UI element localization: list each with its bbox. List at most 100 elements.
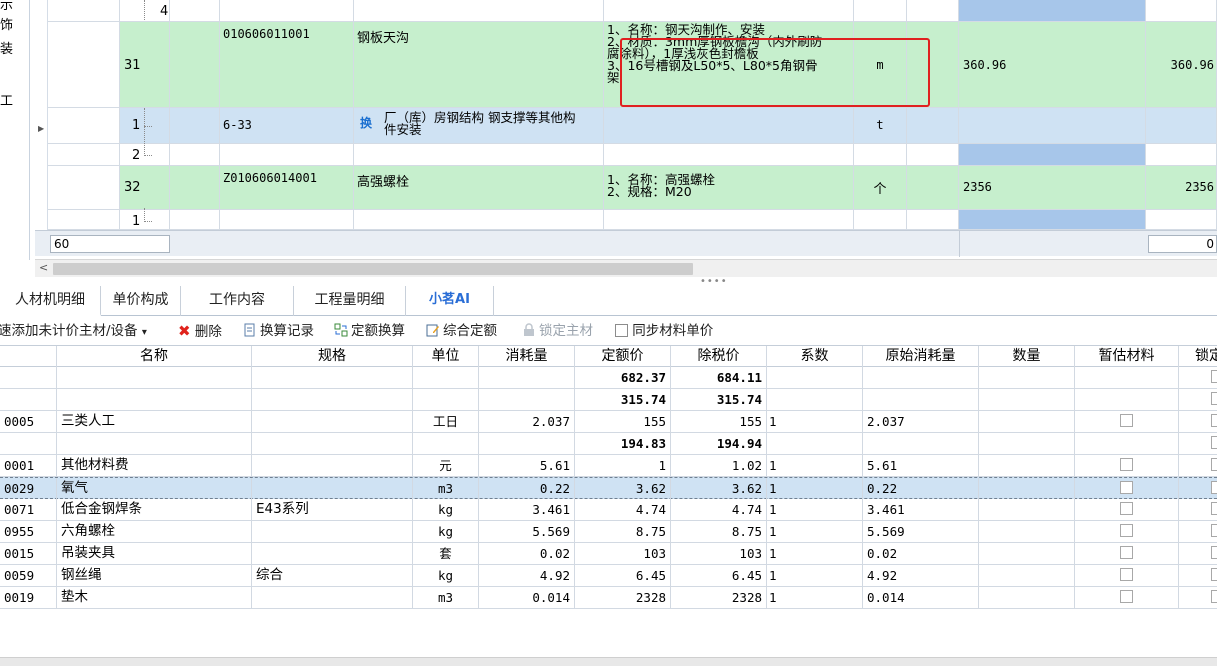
cell-unit[interactable] bbox=[413, 389, 479, 410]
cell-amount[interactable] bbox=[979, 367, 1075, 388]
cell-name[interactable]: 三类人工 bbox=[57, 411, 252, 432]
cell-unit[interactable]: kg bbox=[413, 521, 479, 542]
cell-spec[interactable] bbox=[252, 478, 413, 499]
cell-coef[interactable]: 1 bbox=[767, 499, 863, 520]
cell-spec[interactable] bbox=[252, 389, 413, 410]
cell-name[interactable] bbox=[57, 389, 252, 410]
scroll-left-icon[interactable]: < bbox=[39, 261, 48, 274]
cell-unit[interactable]: m3 bbox=[413, 478, 479, 499]
table-row[interactable]: 1 bbox=[48, 210, 1217, 230]
col-consume-header[interactable]: 消耗量 bbox=[479, 346, 575, 368]
cell-name[interactable]: 其他材料费 bbox=[57, 455, 252, 476]
cell-consume[interactable]: 5.569 bbox=[479, 521, 575, 542]
cell-code[interactable]: 0059 bbox=[0, 565, 57, 586]
sync-price-toggle[interactable]: 同步材料单价 bbox=[615, 322, 713, 340]
col-coef-header[interactable]: 系数 bbox=[767, 346, 863, 368]
cell-amount[interactable] bbox=[979, 389, 1075, 410]
lock-checkbox[interactable] bbox=[1211, 414, 1217, 427]
cell-name[interactable] bbox=[57, 433, 252, 454]
cell-coef[interactable]: 1 bbox=[767, 543, 863, 564]
filter-input-left[interactable]: 60 bbox=[50, 235, 170, 253]
cell-consume[interactable] bbox=[479, 367, 575, 388]
convert-badge[interactable]: 换 bbox=[360, 117, 372, 129]
provisional-checkbox[interactable] bbox=[1120, 590, 1133, 603]
cell-spec[interactable] bbox=[252, 367, 413, 388]
provisional-checkbox[interactable] bbox=[1120, 502, 1133, 515]
cell-unit[interactable]: kg bbox=[413, 565, 479, 586]
cell-unit[interactable] bbox=[413, 367, 479, 388]
cell-consume[interactable]: 0.22 bbox=[479, 478, 575, 499]
cell-quota[interactable]: 2328 bbox=[575, 587, 671, 608]
table-row[interactable]: − 32 Z010606014001 高强螺栓 1、名称：高强螺栓 2、规格：M… bbox=[48, 166, 1217, 210]
cell-spec[interactable] bbox=[252, 521, 413, 542]
cell-notax[interactable]: 8.75 bbox=[671, 521, 767, 542]
row-selector-column[interactable]: ▶ bbox=[35, 0, 48, 230]
cell-consume[interactable] bbox=[479, 433, 575, 454]
cell-orig[interactable]: 5.61 bbox=[863, 455, 979, 476]
cell-coef[interactable]: 1 bbox=[767, 587, 863, 608]
cell-amount[interactable] bbox=[979, 587, 1075, 608]
cell-spec[interactable] bbox=[252, 587, 413, 608]
lock-material-button[interactable]: 锁定主材 bbox=[522, 322, 593, 340]
cell-notax[interactable]: 103 bbox=[671, 543, 767, 564]
cell-orig[interactable]: 3.461 bbox=[863, 499, 979, 520]
cell-orig[interactable] bbox=[863, 389, 979, 410]
lock-checkbox[interactable] bbox=[1211, 590, 1217, 603]
cell-consume[interactable]: 2.037 bbox=[479, 411, 575, 432]
cell-spec[interactable] bbox=[252, 433, 413, 454]
cell-orig[interactable]: 4.92 bbox=[863, 565, 979, 586]
col-unit-header[interactable]: 单位 bbox=[413, 346, 479, 368]
cell-consume[interactable]: 0.014 bbox=[479, 587, 575, 608]
cell-spec[interactable] bbox=[252, 455, 413, 476]
cell-quota[interactable]: 194.83 bbox=[575, 433, 671, 454]
table-row[interactable]: 2 bbox=[48, 144, 1217, 166]
table-row[interactable]: 194.83 194.94 bbox=[0, 433, 1217, 455]
cell-spec[interactable]: 综合 bbox=[252, 565, 413, 586]
table-row[interactable]: 0071 低合金钢焊条 E43系列 kg 3.461 4.74 4.74 1 3.461 bbox=[0, 499, 1217, 521]
provisional-checkbox[interactable] bbox=[1120, 524, 1133, 537]
table-row[interactable]: 0005 三类人工 工日 2.037 155 155 1 2.037 bbox=[0, 411, 1217, 433]
cell-name[interactable]: 低合金钢焊条 bbox=[57, 499, 252, 520]
cell-coef[interactable]: 1 bbox=[767, 478, 863, 499]
cell-unit[interactable]: 元 bbox=[413, 455, 479, 476]
cell-notax[interactable]: 684.11 bbox=[671, 367, 767, 388]
cell-code[interactable] bbox=[0, 367, 57, 388]
table-row[interactable]: 0015 吊装夹具套 0.02 103 103 1 0.02 bbox=[0, 543, 1217, 565]
scrollbar-thumb[interactable] bbox=[53, 263, 693, 275]
cell-orig[interactable]: 2.037 bbox=[863, 411, 979, 432]
cell-code[interactable]: 0029 bbox=[0, 478, 57, 499]
cell-spec[interactable] bbox=[252, 543, 413, 564]
lock-checkbox[interactable] bbox=[1211, 502, 1217, 515]
cell-unit[interactable]: kg bbox=[413, 499, 479, 520]
cell-coef[interactable]: 1 bbox=[767, 455, 863, 476]
table-row[interactable]: 0029 氧气 m3 0.22 3.62 3.62 1 0.22 bbox=[0, 477, 1217, 499]
cell-name[interactable]: 垫木 bbox=[57, 587, 252, 608]
cell-notax[interactable]: 1.02 bbox=[671, 455, 767, 476]
cell-quota[interactable]: 103 bbox=[575, 543, 671, 564]
horizontal-scrollbar[interactable]: < bbox=[35, 259, 1217, 277]
table-row[interactable]: 0955 六角螺栓 kg 5.569 8.75 8.75 1 5.569 bbox=[0, 521, 1217, 543]
col-spec-header[interactable]: 规格 bbox=[252, 346, 413, 368]
cell-name[interactable] bbox=[57, 367, 252, 388]
cell-quota[interactable]: 6.45 bbox=[575, 565, 671, 586]
lock-checkbox[interactable] bbox=[1211, 524, 1217, 537]
cell-amount[interactable] bbox=[979, 433, 1075, 454]
lock-checkbox[interactable] bbox=[1211, 392, 1217, 405]
cell-code[interactable]: 0001 bbox=[0, 455, 57, 476]
table-row[interactable]: 0019 垫木 m3 0.014 2328 2328 1 0.014 bbox=[0, 587, 1217, 609]
lock-checkbox[interactable] bbox=[1211, 436, 1217, 449]
cell-amount[interactable] bbox=[979, 521, 1075, 542]
delete-button[interactable]: ✖ 删除 bbox=[178, 322, 222, 340]
cell-amount[interactable] bbox=[979, 565, 1075, 586]
cell-notax[interactable]: 315.74 bbox=[671, 389, 767, 410]
cell-coef[interactable] bbox=[767, 433, 863, 454]
cell-code[interactable]: 0015 bbox=[0, 543, 57, 564]
cell-consume[interactable]: 4.92 bbox=[479, 565, 575, 586]
provisional-checkbox[interactable] bbox=[1120, 458, 1133, 471]
cell-coef[interactable]: 1 bbox=[767, 565, 863, 586]
cell-coef[interactable]: 1 bbox=[767, 411, 863, 432]
lock-checkbox[interactable] bbox=[1211, 458, 1217, 471]
col-lock-header[interactable]: 锁定 bbox=[1179, 346, 1217, 368]
col-name-header[interactable]: 名称 bbox=[57, 346, 252, 368]
tab-ai-assistant[interactable]: 小茗AI bbox=[406, 286, 494, 316]
